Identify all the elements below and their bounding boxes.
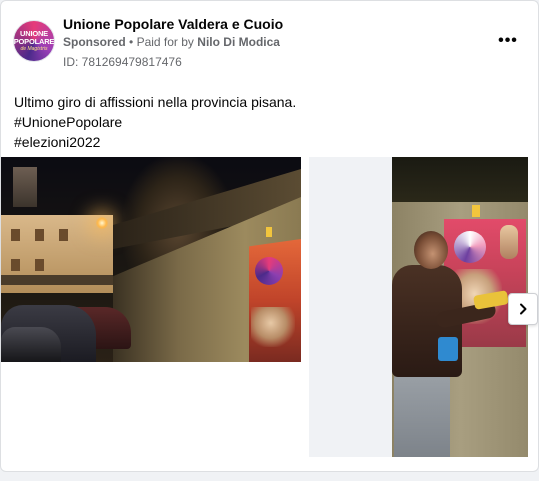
- avatar-text-line3: de Magistris: [20, 46, 48, 52]
- window: [35, 229, 44, 241]
- ad-card: UNIONE POPOLARE de Magistris Unione Popo…: [0, 0, 539, 472]
- sponsored-label: Sponsored: [63, 35, 126, 49]
- person-legs: [394, 373, 450, 457]
- chevron-right-icon: [520, 303, 527, 315]
- meta-separator: •: [129, 35, 134, 49]
- window: [59, 229, 68, 241]
- window: [11, 259, 20, 271]
- person-head: [414, 231, 448, 269]
- carousel-slide-1[interactable]: [1, 157, 301, 362]
- glue-bucket: [438, 337, 458, 361]
- post-line: Ultimo giro di affissioni nella provinci…: [14, 94, 297, 110]
- carousel-next-button[interactable]: [508, 293, 538, 325]
- bell-tower: [13, 167, 37, 207]
- street-lamp: [96, 217, 108, 229]
- raised-fist: [500, 225, 518, 259]
- poster-logo-icon: [255, 257, 283, 285]
- more-dots-icon: •••: [498, 32, 518, 49]
- page-avatar[interactable]: UNIONE POPOLARE de Magistris: [13, 20, 55, 62]
- window: [11, 229, 20, 241]
- avatar-text-line2: POPOLARE: [13, 37, 55, 46]
- wall-number-sign: [266, 227, 272, 237]
- window: [35, 259, 44, 271]
- image-carousel: [1, 157, 538, 457]
- fence: [1, 275, 113, 285]
- payer-name[interactable]: Nilo Di Modica: [197, 35, 280, 49]
- post-text: Ultimo giro di affissioni nella provinci…: [14, 92, 296, 152]
- parked-car: [1, 327, 61, 362]
- ad-id: ID: 781269479817476: [63, 55, 182, 69]
- carousel-gap: [309, 157, 393, 457]
- paid-for-prefix: Paid for by: [136, 35, 194, 49]
- wall-number-sign: [472, 205, 480, 217]
- page-name-link[interactable]: Unione Popolare Valdera e Cuoio: [63, 16, 283, 32]
- poster-logo-icon: [454, 231, 486, 263]
- poster-portrait: [251, 307, 295, 347]
- hashtag-link[interactable]: #elezioni2022: [14, 132, 296, 152]
- hashtag-link[interactable]: #UnionePopolare: [14, 112, 296, 132]
- more-options-button[interactable]: •••: [496, 31, 520, 51]
- ad-meta: Sponsored • Paid for by Nilo Di Modica: [63, 35, 280, 49]
